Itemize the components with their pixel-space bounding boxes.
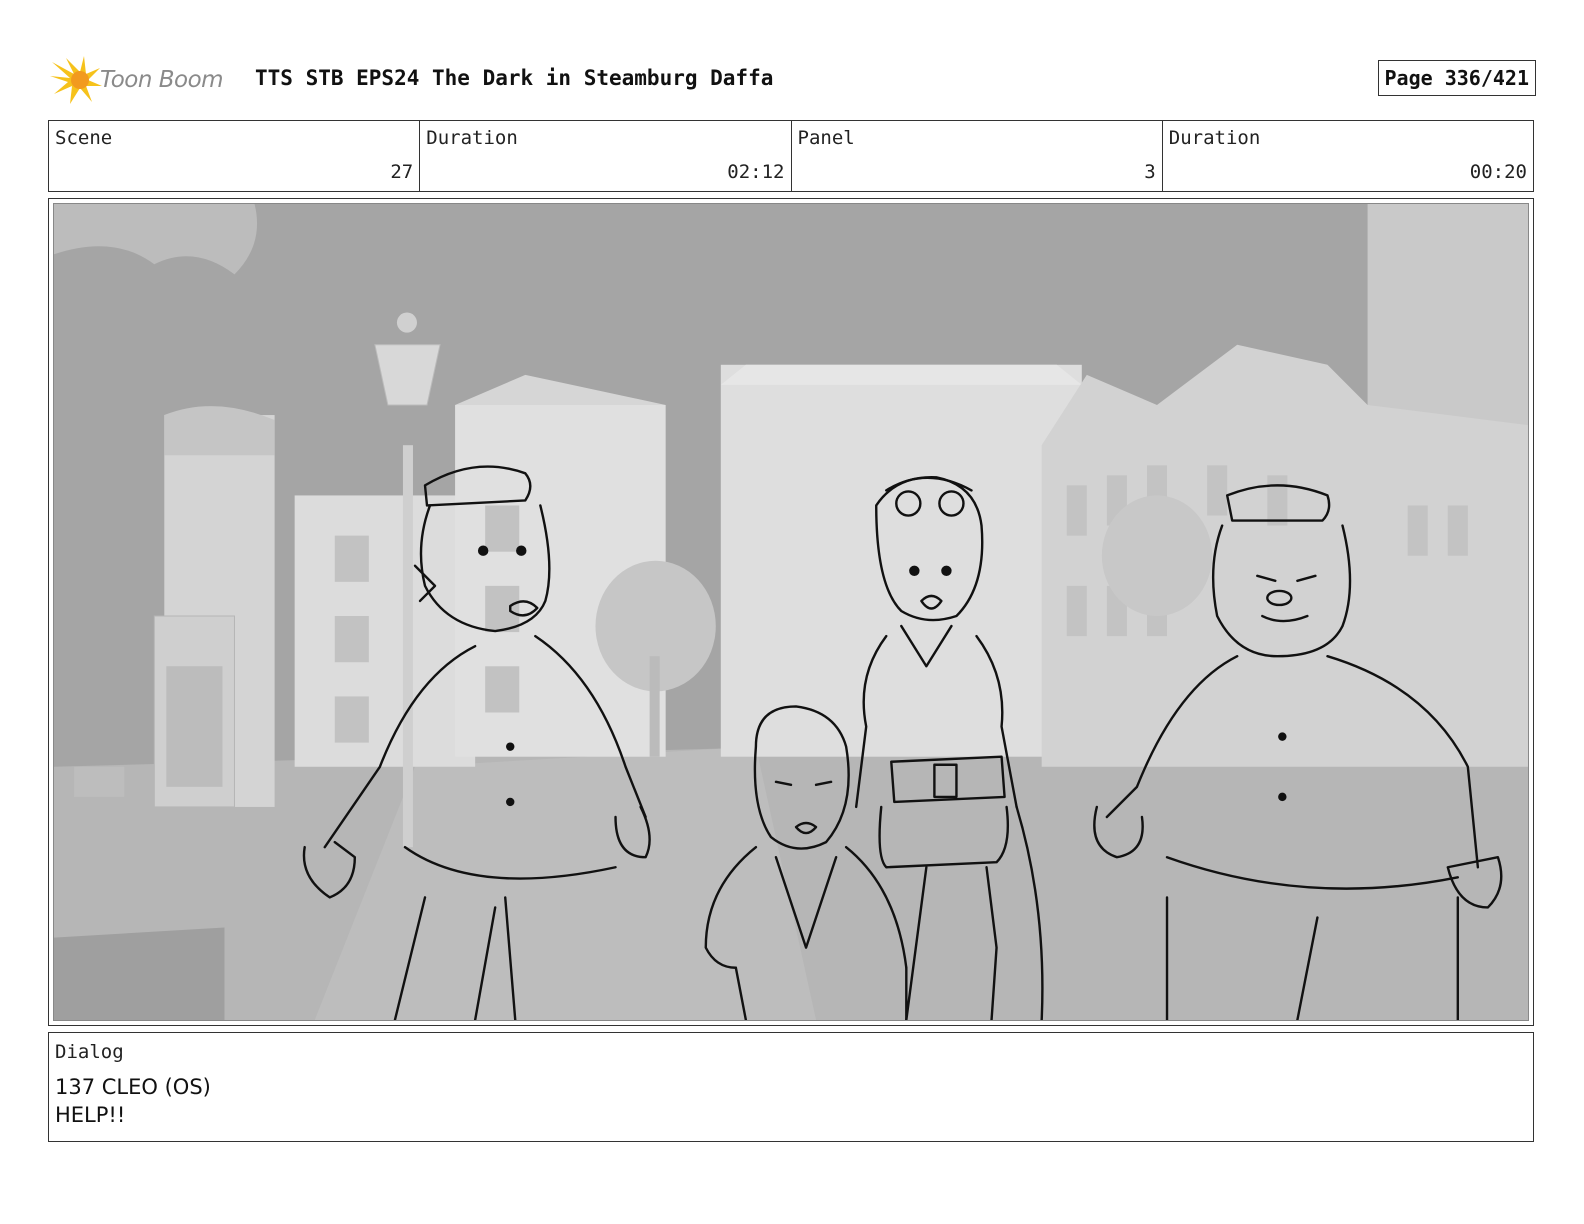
toon-boom-logo: Toon Boom: [50, 54, 240, 106]
storyboard-panel: [48, 198, 1534, 1026]
storyboard-sketch: [54, 204, 1528, 1020]
scene-info-table: Scene 27 Duration 02:12 Panel 3 Duration…: [48, 120, 1534, 192]
panel-duration-cell: Duration 00:20: [1163, 121, 1533, 191]
panel-duration-value: 00:20: [1469, 161, 1527, 183]
scene-value: 27: [390, 161, 414, 183]
dialog-label: Dialog: [55, 1041, 124, 1063]
scene-duration-cell: Duration 02:12: [420, 121, 792, 191]
panel-duration-label: Duration: [1168, 127, 1261, 149]
scene-duration-value: 02:12: [727, 161, 785, 183]
dialog-box: Dialog 137 CLEO (OS) HELP!!: [48, 1032, 1534, 1142]
page-header: Toon Boom TTS STB EPS24 The Dark in Stea…: [50, 54, 1536, 106]
dialog-line: 137 CLEO (OS): [55, 1075, 211, 1099]
starburst-icon: [50, 56, 102, 104]
logo-text: Toon Boom: [100, 67, 224, 93]
scene-duration-label: Duration: [426, 127, 518, 149]
panel-value: 3: [1144, 161, 1156, 183]
scene-cell: Scene 27: [49, 121, 421, 191]
page-number: Page 336/421: [1377, 60, 1536, 96]
dialog-text: 137 CLEO (OS) HELP!!: [55, 1073, 211, 1129]
panel-image: [53, 203, 1529, 1021]
panel-cell: Panel 3: [792, 121, 1163, 191]
panel-label: Panel: [797, 127, 855, 149]
document-title: TTS STB EPS24 The Dark in Steamburg Daff…: [255, 66, 774, 90]
scene-label: Scene: [55, 127, 113, 149]
dialog-line: HELP!!: [55, 1103, 126, 1127]
